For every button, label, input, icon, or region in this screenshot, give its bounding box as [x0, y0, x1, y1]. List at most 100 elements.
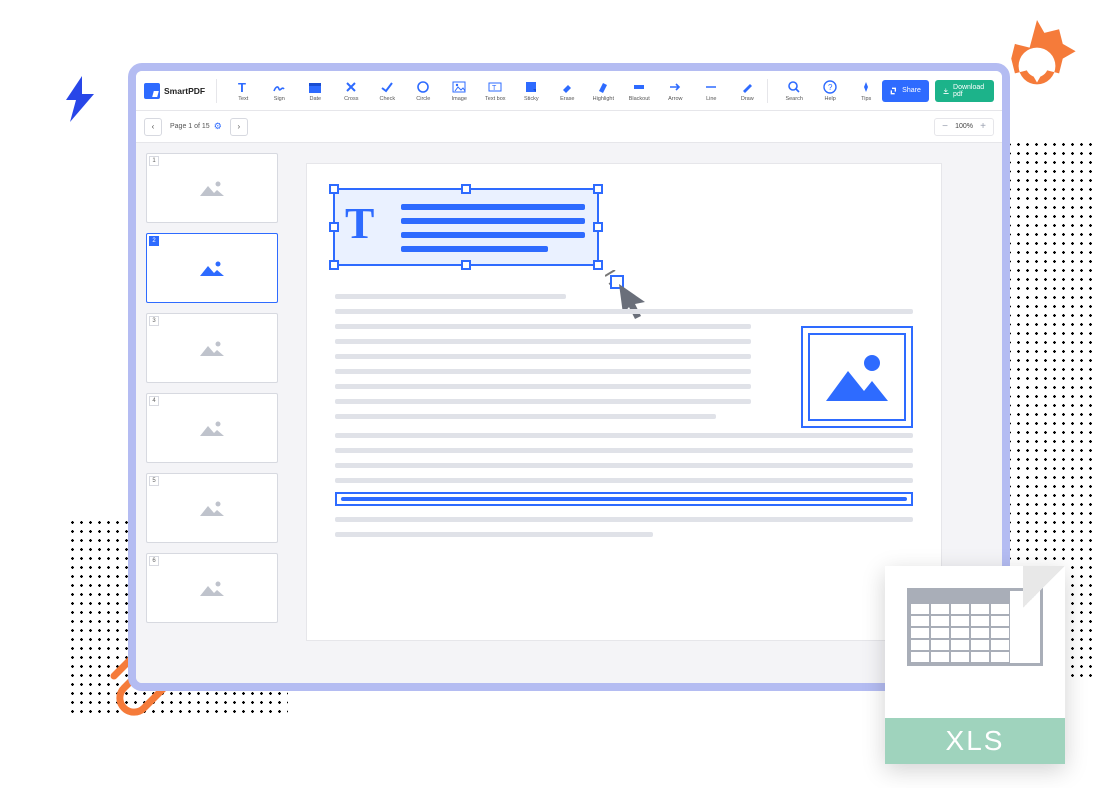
tool-label: Check [380, 96, 396, 102]
textbox-icon: T [488, 80, 502, 94]
image-icon [198, 418, 226, 438]
tool-label: Image [452, 96, 467, 102]
check-icon [380, 80, 394, 94]
image-icon [198, 258, 226, 278]
tool-help[interactable]: ?Help [814, 74, 846, 108]
tool-check[interactable]: Check [371, 74, 403, 108]
file-extension: XLS [885, 718, 1065, 764]
image-icon [822, 349, 892, 405]
thumbnail-5[interactable]: 5 [146, 473, 278, 543]
prev-page-button[interactable]: ‹ [144, 118, 162, 136]
tool-blackout[interactable]: Blackout [623, 74, 655, 108]
erase-icon [560, 80, 574, 94]
image-icon [198, 338, 226, 358]
resize-handle[interactable] [329, 222, 339, 232]
tool-circle[interactable]: Circle [407, 74, 439, 108]
tool-erase[interactable]: Erase [551, 74, 583, 108]
tool-group-util: Search ?Help Tips [778, 74, 882, 108]
thumbnail-3[interactable]: 3 [146, 313, 278, 383]
resize-handle[interactable] [593, 260, 603, 270]
blackout-icon [632, 80, 646, 94]
xls-file: XLS [885, 566, 1065, 764]
thumbnail-2[interactable]: 2 [146, 233, 278, 303]
zoom-value: 100% [955, 123, 973, 130]
tool-tips[interactable]: Tips [850, 74, 882, 108]
tool-label: Search [785, 96, 802, 102]
resize-handle[interactable] [461, 184, 471, 194]
tool-label: Text box [485, 96, 505, 102]
tool-label: Draw [741, 96, 754, 102]
resize-handle[interactable] [461, 260, 471, 270]
image-placeholder[interactable] [801, 326, 913, 428]
tool-label: Blackout [629, 96, 650, 102]
thumbnail-number: 5 [149, 476, 159, 486]
arrow-icon [668, 80, 682, 94]
resize-handle[interactable] [329, 184, 339, 194]
svg-text:T: T [492, 85, 497, 92]
download-button[interactable]: Download pdf [935, 80, 994, 102]
draw-icon [740, 80, 754, 94]
settings-icon[interactable]: ⚙ [214, 121, 222, 132]
sticky-icon [524, 80, 538, 94]
tool-sticky[interactable]: Sticky [515, 74, 547, 108]
highlight-icon [596, 80, 610, 94]
app-name: SmartPDF [164, 86, 205, 96]
tool-text[interactable]: T Text [227, 74, 259, 108]
tool-label: Cross [344, 96, 358, 102]
thumbnail-1[interactable]: 1 [146, 153, 278, 223]
tool-group-annotate: T Text Sign Date Cross Check Circle Image T Text … [227, 74, 763, 108]
tool-arrow[interactable]: Arrow [659, 74, 691, 108]
share-icon [890, 87, 898, 95]
zoom-control: − 100% + [934, 118, 994, 136]
share-label: Share [902, 87, 921, 94]
image-icon [198, 498, 226, 518]
tool-image[interactable]: Image [443, 74, 475, 108]
lightning-icon [60, 76, 100, 122]
tool-date[interactable]: Date [299, 74, 331, 108]
text-icon: T [236, 80, 250, 94]
cross-icon [344, 80, 358, 94]
line-icon [704, 80, 718, 94]
thumbnail-number: 1 [149, 156, 159, 166]
tool-search[interactable]: Search [778, 74, 810, 108]
svg-text:T: T [238, 80, 246, 94]
tool-line[interactable]: Line [695, 74, 727, 108]
resize-handle[interactable] [593, 184, 603, 194]
pdf-page[interactable]: T [306, 163, 942, 641]
zoom-out-button[interactable]: − [939, 121, 951, 133]
tool-label: Help [825, 96, 836, 102]
thumbnail-number: 4 [149, 396, 159, 406]
tips-icon [859, 80, 873, 94]
tool-label: Arrow [668, 96, 682, 102]
app-logo[interactable]: SmartPDF [144, 83, 212, 99]
resize-handle[interactable] [329, 260, 339, 270]
workspace: 1 2 3 4 5 6 T [136, 143, 1002, 683]
share-button[interactable]: Share [882, 80, 929, 102]
line-selection[interactable] [335, 492, 913, 506]
tool-highlight[interactable]: Highlight [587, 74, 619, 108]
tool-label: Text [238, 96, 248, 102]
textbox-selection[interactable]: T [333, 188, 599, 266]
tool-cross[interactable]: Cross [335, 74, 367, 108]
download-label: Download pdf [953, 84, 986, 98]
tool-sign[interactable]: Sign [263, 74, 295, 108]
tool-label: Sticky [524, 96, 539, 102]
next-page-button[interactable]: › [230, 118, 248, 136]
page-fold-icon [1023, 566, 1065, 608]
zoom-in-button[interactable]: + [977, 121, 989, 133]
download-icon [943, 87, 949, 95]
tool-label: Highlight [593, 96, 614, 102]
tool-draw[interactable]: Draw [731, 74, 763, 108]
resize-handle[interactable] [593, 222, 603, 232]
tool-label: Line [706, 96, 716, 102]
tool-text-box[interactable]: T Text box [479, 74, 511, 108]
tool-label: Tips [861, 96, 871, 102]
toolbar: SmartPDF T Text Sign Date Cross Check Circle Im… [136, 71, 1002, 111]
sign-icon [272, 80, 286, 94]
search-icon [787, 80, 801, 94]
thumbnail-4[interactable]: 4 [146, 393, 278, 463]
thumbnail-6[interactable]: 6 [146, 553, 278, 623]
circle-icon [416, 80, 430, 94]
text-glyph: T [345, 198, 374, 249]
tool-label: Date [309, 96, 321, 102]
